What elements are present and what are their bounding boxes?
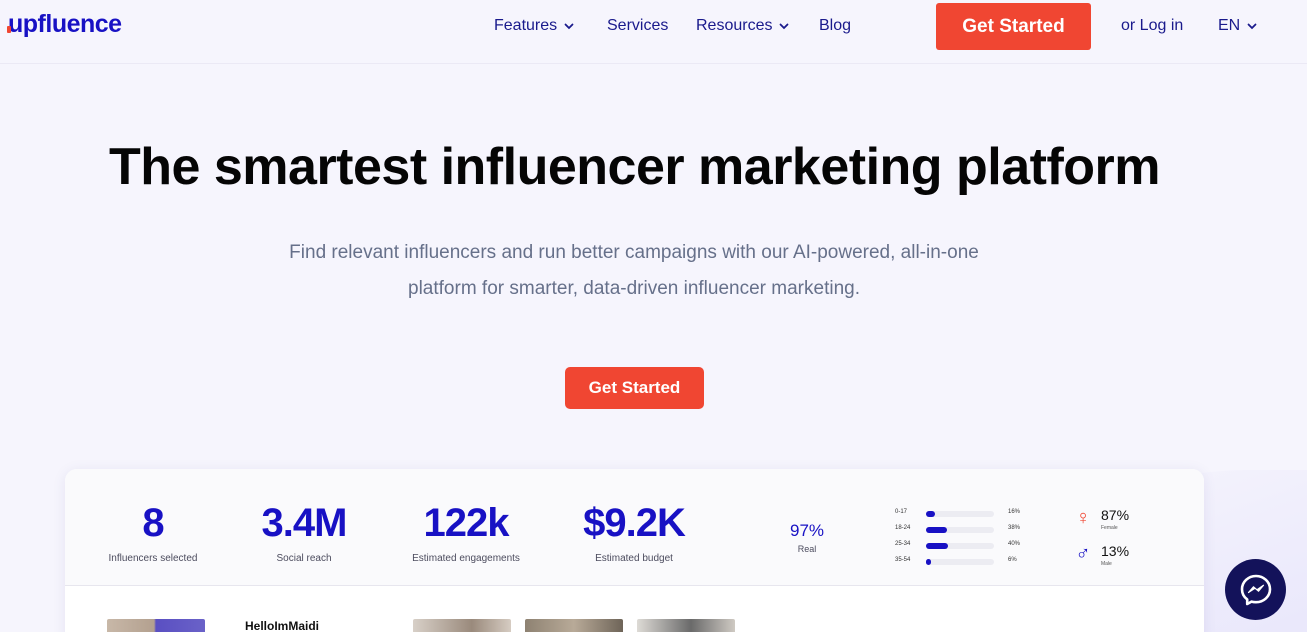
get-started-header-button[interactable]: Get Started bbox=[936, 3, 1091, 50]
age-percent: 40% bbox=[1008, 541, 1021, 547]
real-value: 97% bbox=[789, 521, 825, 540]
age-bar-fill bbox=[926, 527, 947, 533]
top-navigation: upfluence Features Services Resources Bl… bbox=[0, 0, 1307, 64]
age-bar-track bbox=[926, 527, 994, 533]
age-bar-track bbox=[926, 511, 994, 517]
age-percent: 6% bbox=[1008, 557, 1017, 563]
age-row: 35-54 6% bbox=[895, 555, 1025, 571]
age-percent: 16% bbox=[1008, 509, 1021, 515]
stats-bar: 8 Influencers selected 3.4M Social reach… bbox=[65, 469, 1204, 586]
language-label: EN bbox=[1218, 17, 1241, 34]
age-bar-track bbox=[926, 543, 994, 549]
post-thumbnail bbox=[413, 619, 511, 632]
female-label: Female bbox=[1101, 525, 1118, 531]
age-row: 0-17 16% bbox=[895, 507, 1025, 523]
real-audience: 97% Real bbox=[782, 521, 832, 554]
hero-title: The smartest influencer marketing platfo… bbox=[108, 138, 1161, 196]
male-percent: 13% bbox=[1101, 543, 1130, 559]
age-distribution: 0-17 16% 18-24 38% 25-34 40% 35-54 6% bbox=[895, 507, 1025, 571]
messenger-chat-button[interactable] bbox=[1225, 559, 1286, 620]
stat-budget: $9.2K Estimated budget bbox=[566, 499, 702, 564]
stat-influencers: 8 Influencers selected bbox=[95, 499, 211, 564]
influencer-row: HelloImMaidi bbox=[65, 587, 1204, 632]
age-percent: 38% bbox=[1008, 525, 1021, 531]
age-range: 0-17 bbox=[895, 509, 908, 515]
dashboard-preview: 8 Influencers selected 3.4M Social reach… bbox=[65, 469, 1204, 632]
real-label: Real bbox=[797, 544, 817, 554]
stat-value: 122k bbox=[423, 501, 510, 545]
stat-label: Estimated engagements bbox=[412, 553, 520, 564]
nav-blog[interactable]: Blog bbox=[819, 17, 851, 35]
male-label: Male bbox=[1101, 561, 1112, 567]
age-row: 25-34 40% bbox=[895, 539, 1025, 555]
nav-resources[interactable]: Resources bbox=[696, 17, 789, 35]
stat-label: Estimated budget bbox=[595, 553, 673, 564]
language-selector[interactable]: EN bbox=[1218, 17, 1257, 35]
age-bar-track bbox=[926, 559, 994, 565]
female-percent: 87% bbox=[1101, 507, 1130, 523]
stat-engagements: 122k Estimated engagements bbox=[401, 499, 531, 564]
chevron-down-icon bbox=[1247, 23, 1257, 30]
chevron-down-icon bbox=[564, 23, 574, 30]
stat-label: Influencers selected bbox=[108, 553, 198, 564]
influencer-photo bbox=[107, 619, 205, 632]
nav-features[interactable]: Features bbox=[494, 17, 574, 35]
get-started-hero-button[interactable]: Get Started bbox=[565, 367, 704, 409]
female-icon: ♀ bbox=[1075, 507, 1091, 529]
login-label: or Log in bbox=[1121, 17, 1184, 34]
age-range: 25-34 bbox=[895, 541, 911, 547]
post-thumbnail bbox=[637, 619, 735, 632]
age-bar-fill bbox=[926, 543, 948, 549]
age-bar-fill bbox=[926, 559, 932, 565]
stat-value: 8 bbox=[142, 501, 164, 545]
chevron-down-icon bbox=[780, 23, 789, 30]
nav-services[interactable]: Services bbox=[607, 17, 668, 35]
upfluence-logo[interactable]: upfluence bbox=[7, 10, 122, 39]
male-icon: ♂ bbox=[1075, 543, 1091, 565]
stat-label: Social reach bbox=[276, 553, 332, 564]
stat-value: $9.2K bbox=[583, 501, 686, 545]
hero-subtitle: Find relevant influencers and run better… bbox=[289, 242, 979, 299]
nav-features-label: Features bbox=[494, 17, 558, 34]
nav-blog-label: Blog bbox=[819, 17, 852, 34]
stat-reach: 3.4M Social reach bbox=[240, 499, 368, 564]
age-bar-fill bbox=[926, 511, 935, 517]
stat-value: 3.4M bbox=[261, 501, 348, 545]
post-thumbnail bbox=[525, 619, 623, 632]
messenger-icon bbox=[1240, 574, 1271, 605]
logo-accent-mark bbox=[7, 26, 11, 33]
influencer-name[interactable]: HelloImMaidi bbox=[245, 619, 319, 632]
age-row: 18-24 38% bbox=[895, 523, 1025, 539]
nav-resources-label: Resources bbox=[696, 17, 773, 34]
logo-text: upfluence bbox=[8, 10, 122, 38]
login-link[interactable]: or Log in bbox=[1121, 17, 1183, 35]
nav-services-label: Services bbox=[607, 17, 669, 34]
age-range: 18-24 bbox=[895, 525, 911, 531]
age-range: 35-54 bbox=[895, 557, 911, 563]
